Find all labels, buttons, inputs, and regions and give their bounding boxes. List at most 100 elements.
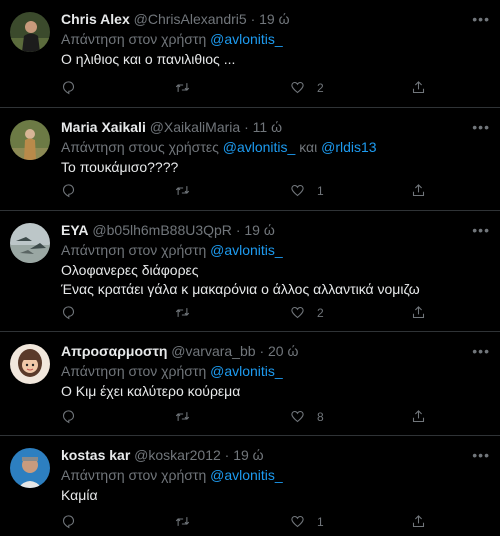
avatar[interactable]	[10, 120, 50, 160]
separator-dot: ·	[244, 119, 249, 135]
tweet-text-line: Ο ηλιθιος και ο πανιλιθιος ...	[61, 51, 236, 67]
share-icon	[412, 184, 425, 197]
retweet-button[interactable]	[175, 409, 190, 424]
avatar[interactable]	[10, 223, 50, 263]
timestamp[interactable]: 11 ώ	[253, 119, 282, 135]
share-button[interactable]	[411, 80, 426, 95]
tweet-text: Ο ηλιθιος και ο πανιλιθιος ...	[61, 50, 466, 69]
replying-to: Απάντηση στους χρήστες @avlonitis_ και @…	[61, 138, 466, 156]
replying-to-label: Απάντηση στον χρήστη	[61, 363, 207, 379]
separator-dot: ·	[224, 447, 230, 463]
reply-button[interactable]	[61, 80, 76, 95]
author-handle[interactable]: @koskar2012	[134, 447, 221, 463]
replying-to: Απάντηση στον χρήστη @avlonitis_	[61, 362, 466, 380]
mention-link[interactable]: @avlonitis_	[210, 242, 283, 258]
mention-link[interactable]: @avlonitis_	[210, 467, 283, 483]
like-count: 2	[317, 80, 324, 95]
tweet-text-line: Ο Κιμ έχει καλύτερο κούρεμα	[61, 383, 241, 399]
heart-icon	[291, 515, 304, 528]
like-count: 1	[317, 183, 324, 198]
retweet-icon	[175, 517, 190, 526]
author-name[interactable]: Maria Xaikali	[61, 119, 146, 135]
reply-tweet[interactable]: kostas kar @koskar2012 · 19 ώ Απάντηση σ…	[0, 436, 500, 536]
replying-to-label: Απάντηση στον χρήστη	[61, 242, 207, 258]
author-handle[interactable]: @ChrisAlexandri5	[134, 11, 247, 27]
reply-tweet[interactable]: ΕΥΑ @b05lh6mB88U3QpR · 19 ώ Απάντηση στο…	[0, 211, 500, 332]
tweet-text-line: Ένας κρατάει γάλα κ μακαρόνια ο άλλος αλ…	[61, 281, 420, 297]
heart-icon	[291, 184, 304, 197]
retweet-icon	[175, 83, 190, 92]
reply-button[interactable]	[61, 183, 76, 198]
reply-tweet[interactable]: Απροσαρμοστη @varvara_bb · 20 ώ Απάντηση…	[0, 332, 500, 436]
reply-tweet[interactable]: Chris Alex @ChrisAlexandri5 · 19 ώ Απάντ…	[0, 0, 500, 108]
author-name[interactable]: Chris Alex	[61, 11, 130, 27]
tweet-text-line: Το πουκάμισο????	[61, 159, 179, 175]
separator-dot: ·	[235, 222, 241, 238]
more-options-icon[interactable]: •••	[472, 223, 490, 237]
heart-icon	[291, 81, 304, 94]
retweet-icon	[175, 412, 190, 421]
share-button[interactable]	[411, 183, 426, 198]
author-handle[interactable]: @varvara_bb	[171, 343, 255, 359]
mention-conjunction: και	[299, 139, 318, 155]
more-options-icon[interactable]: •••	[472, 12, 490, 26]
like-button[interactable]: 2	[290, 305, 324, 320]
tweet-text: Ο Κιμ έχει καλύτερο κούρεμα	[61, 382, 466, 401]
retweet-button[interactable]	[175, 514, 190, 529]
like-button[interactable]: 1	[290, 183, 324, 198]
like-count: 8	[317, 409, 324, 424]
share-icon	[412, 81, 425, 94]
avatar[interactable]	[10, 448, 50, 488]
author-name[interactable]: kostas kar	[61, 447, 130, 463]
replying-to-label: Απάντηση στους χρήστες	[61, 139, 219, 155]
share-button[interactable]	[411, 409, 426, 424]
reply-button[interactable]	[61, 514, 76, 529]
author-name[interactable]: Απροσαρμοστη	[61, 343, 167, 359]
reply-icon	[62, 410, 75, 424]
retweet-button[interactable]	[175, 183, 190, 198]
more-options-icon[interactable]: •••	[472, 120, 490, 134]
timestamp[interactable]: 20 ώ	[268, 343, 298, 359]
action-bar: 8	[61, 409, 461, 427]
retweet-button[interactable]	[175, 305, 190, 320]
replying-to: Απάντηση στον χρήστη @avlonitis_	[61, 466, 466, 484]
tweet-text-line: Καμία	[61, 487, 98, 503]
author-name[interactable]: ΕΥΑ	[61, 222, 89, 238]
retweet-icon	[175, 308, 190, 317]
timestamp[interactable]: 19 ώ	[233, 447, 263, 463]
tweet-text: Ολοφανερες διάφορες Ένας κρατάει γάλα κ …	[61, 261, 466, 299]
author-handle[interactable]: @XaikaliMaria	[150, 119, 240, 135]
action-bar: 1	[61, 514, 461, 532]
heart-icon	[291, 306, 304, 319]
replying-to-label: Απάντηση στον χρήστη	[61, 467, 207, 483]
mention-link[interactable]: @rldis13	[321, 139, 376, 155]
like-button[interactable]: 8	[290, 409, 324, 424]
separator-dot: ·	[250, 11, 256, 27]
reply-button[interactable]	[61, 305, 76, 320]
reply-button[interactable]	[61, 409, 76, 424]
more-options-icon[interactable]: •••	[472, 448, 490, 462]
replying-to: Απάντηση στον χρήστη @avlonitis_	[61, 30, 466, 48]
timestamp[interactable]: 19 ώ	[244, 222, 274, 238]
reply-icon	[62, 184, 75, 198]
like-button[interactable]: 2	[290, 80, 324, 95]
like-button[interactable]: 1	[290, 514, 324, 529]
reply-tweet[interactable]: Maria Xaikali @XaikaliMaria · 11 ώ Απάντ…	[0, 108, 500, 211]
action-bar: 1	[61, 183, 461, 201]
like-count: 1	[317, 514, 324, 529]
share-button[interactable]	[411, 305, 426, 320]
avatar[interactable]	[10, 12, 50, 52]
share-button[interactable]	[411, 514, 426, 529]
author-handle[interactable]: @b05lh6mB88U3QpR	[92, 222, 232, 238]
mention-link[interactable]: @avlonitis_	[210, 363, 283, 379]
reply-icon	[62, 515, 75, 529]
mention-link[interactable]: @avlonitis_	[223, 139, 296, 155]
timestamp[interactable]: 19 ώ	[259, 11, 289, 27]
mention-link[interactable]: @avlonitis_	[210, 31, 283, 47]
action-bar: 2	[61, 305, 461, 323]
reply-icon	[62, 81, 75, 95]
retweet-button[interactable]	[175, 80, 190, 95]
reply-icon	[62, 306, 75, 320]
more-options-icon[interactable]: •••	[472, 344, 490, 358]
avatar[interactable]	[10, 344, 50, 384]
